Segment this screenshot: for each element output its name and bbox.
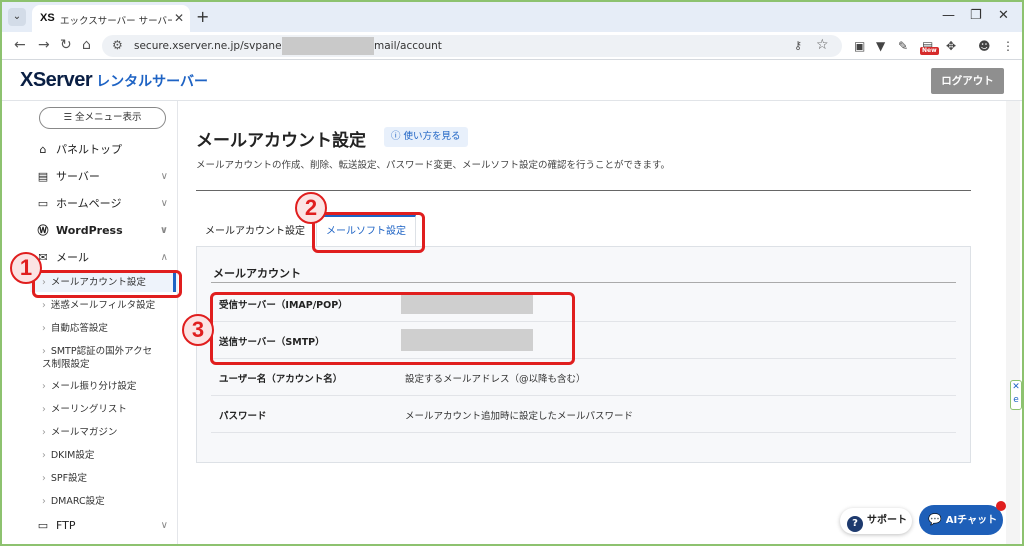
home-icon: ⌂ [39, 143, 47, 156]
chevron-down-icon: ∨ [160, 520, 168, 531]
sidebar-subitem-mail-magazine[interactable]: › メールマガジン [42, 426, 176, 439]
wordpress-icon: Ⓦ [37, 224, 49, 237]
home-icon[interactable]: ⌂ [82, 37, 91, 53]
annotation-number-2: 2 [295, 192, 327, 224]
url-text-suffix: mail/account [374, 40, 442, 52]
extension-icon[interactable]: ▣ [854, 39, 865, 53]
xserver-logo[interactable]: XServer レンタルサーバー [20, 69, 208, 92]
table-row: パスワード メールアカウント追加時に設定したメールパスワード [211, 396, 956, 433]
logo-main: XServer [20, 69, 93, 91]
hamburger-icon: ☰ [63, 112, 76, 123]
browser-window: ⌄ XS エックスサーバー サーバーパネル - メール ✕ + — ❐ ✕ ← … [0, 0, 1024, 546]
sidebar-subitem-dkim[interactable]: › DKIM設定 [42, 449, 176, 462]
sidebar-subitem-smtp-restriction[interactable]: › SMTP認証の国外アクセス制限設定 [42, 345, 160, 371]
sidebar-subitem-spam-filter[interactable]: › 迷惑メールフィルタ設定 [42, 299, 176, 312]
tab-title: エックスサーバー サーバーパネル - メール [60, 16, 172, 27]
sidebar-item-wordpress[interactable]: Ⓦ WordPress ∨ [36, 220, 174, 242]
tab-mail-account-settings[interactable]: メールアカウント設定 [196, 218, 314, 246]
chevron-up-icon: ∧ [160, 252, 168, 263]
sidebar-subitem-auto-reply[interactable]: › 自動応答設定 [42, 322, 176, 335]
row-value: 設定するメールアドレス（@以降も含む） [405, 374, 586, 385]
kebab-menu-icon[interactable]: ⋮ [1002, 39, 1014, 53]
sidebar-subitem-dmarc[interactable]: › DMARC設定 [42, 495, 176, 508]
sidebar-item-label: パネルトップ [56, 143, 122, 156]
help-icon: ⓘ [391, 131, 404, 142]
restore-icon[interactable]: ❐ [970, 8, 982, 23]
sidebar-item-panel-top[interactable]: ⌂ パネルトップ [36, 139, 174, 161]
question-icon: ? [847, 516, 863, 532]
chevron-down-icon: ∨ [160, 171, 168, 182]
reload-icon[interactable]: ↻ [60, 37, 72, 53]
annotation-number-3: 3 [182, 314, 214, 346]
puzzle-extension-icon[interactable]: ✥ [946, 39, 956, 53]
address-bar: ← → ↻ ⌂ ⚙ secure.xserver.ne.jp/svpanel/x… [2, 32, 1022, 60]
annotation-box-1 [32, 270, 182, 298]
section-divider [211, 282, 956, 283]
sidebar-subitem-mailing-list[interactable]: › メーリングリスト [42, 403, 176, 416]
chevron-down-icon: ∨ [159, 225, 168, 236]
sidebar-item-label: FTP [56, 519, 76, 532]
notification-dot [996, 501, 1006, 511]
all-menu-button[interactable]: ☰ 全メニュー表示 [39, 107, 166, 129]
profile-avatar-icon[interactable]: ☻ [978, 39, 991, 53]
sidebar-item-ftp[interactable]: ▭ FTP ∨ [36, 515, 174, 537]
pen-extension-icon[interactable]: ✎ [898, 39, 908, 53]
section-title: メールアカウント [213, 267, 301, 280]
bookmark-star-icon[interactable]: ☆ [816, 37, 829, 53]
new-badge: New [920, 47, 939, 55]
redacted-url-segment [282, 37, 374, 55]
ai-chat-label: AIチャット [945, 515, 998, 526]
password-key-icon[interactable]: ⚷ [794, 39, 802, 52]
annotation-box-2 [312, 212, 425, 253]
sidebar-item-server[interactable]: ▤ サーバー ∨ [36, 166, 174, 188]
chevron-down-icon: ∨ [160, 198, 168, 209]
scrollbar[interactable] [1006, 101, 1020, 544]
row-label: ユーザー名（アカウント名） [219, 374, 343, 385]
forward-icon[interactable]: → [38, 37, 50, 53]
favicon: XS [40, 12, 55, 24]
sidebar-subitem-spf[interactable]: › SPF設定 [42, 472, 176, 485]
page-description: メールアカウントの作成、削除、転送設定、パスワード変更、メールソフト設定の確認を… [196, 160, 671, 171]
row-value: メールアカウント追加時に設定したメールパスワード [405, 411, 634, 422]
support-button[interactable]: ? サポート [840, 508, 912, 534]
sidebar: ☰ 全メニュー表示 ⌂ パネルトップ ▤ サーバー ∨ ▭ ホームページ ∨ Ⓦ Wor… [28, 101, 178, 544]
logo-sub: レンタルサーバー [96, 74, 208, 90]
back-icon[interactable]: ← [14, 37, 26, 53]
close-window-icon[interactable]: ✕ [998, 8, 1009, 23]
window-icon: ▭ [37, 197, 49, 210]
monitor-icon: ▭ [37, 519, 49, 532]
tab-bar: ⌄ XS エックスサーバー サーバーパネル - メール ✕ + — ❐ ✕ [2, 2, 1022, 32]
logout-button[interactable]: ログアウト [931, 68, 1004, 94]
help-link[interactable]: ⓘ 使い方を見る [384, 127, 468, 147]
all-menu-label: 全メニュー表示 [75, 112, 142, 123]
chat-bubble-icon: 💬 [928, 513, 942, 526]
support-label: サポート [867, 515, 907, 526]
page-title: メールアカウント設定 [196, 131, 366, 151]
sidebar-item-homepage[interactable]: ▭ ホームページ ∨ [36, 193, 174, 215]
url-field[interactable]: ⚙ secure.xserver.ne.jp/svpanel/xserver m… [102, 35, 842, 57]
extension-icon[interactable]: ▼ [876, 39, 885, 53]
side-widget[interactable]: ✕ e [1010, 380, 1022, 410]
site-info-icon[interactable]: ⚙ [112, 38, 123, 52]
sidebar-item-mail[interactable]: ✉ メール ∧ [36, 247, 174, 269]
divider [196, 190, 971, 191]
annotation-number-1: 1 [10, 252, 42, 284]
close-tab-icon[interactable]: ✕ [174, 11, 184, 25]
browser-tab[interactable]: XS エックスサーバー サーバーパネル - メール ✕ [32, 5, 190, 32]
ai-chat-button[interactable]: 💬 AIチャット [919, 505, 1003, 535]
sidebar-item-label: ホームページ [56, 197, 122, 210]
minimize-icon[interactable]: — [942, 8, 955, 23]
help-link-label: 使い方を見る [403, 131, 461, 142]
annotation-box-3 [210, 292, 575, 365]
server-icon: ▤ [37, 170, 49, 183]
sidebar-item-label: メール [56, 251, 89, 264]
row-label: パスワード [219, 411, 267, 422]
new-tab-icon[interactable]: + [196, 7, 209, 26]
sidebar-item-label: WordPress [56, 224, 123, 237]
site-header: XServer レンタルサーバー ログアウト [2, 60, 1022, 101]
sidebar-subitem-mail-sort[interactable]: › メール振り分け設定 [42, 380, 176, 393]
tab-search-icon[interactable]: ⌄ [8, 8, 26, 26]
sidebar-item-label: サーバー [56, 170, 100, 183]
